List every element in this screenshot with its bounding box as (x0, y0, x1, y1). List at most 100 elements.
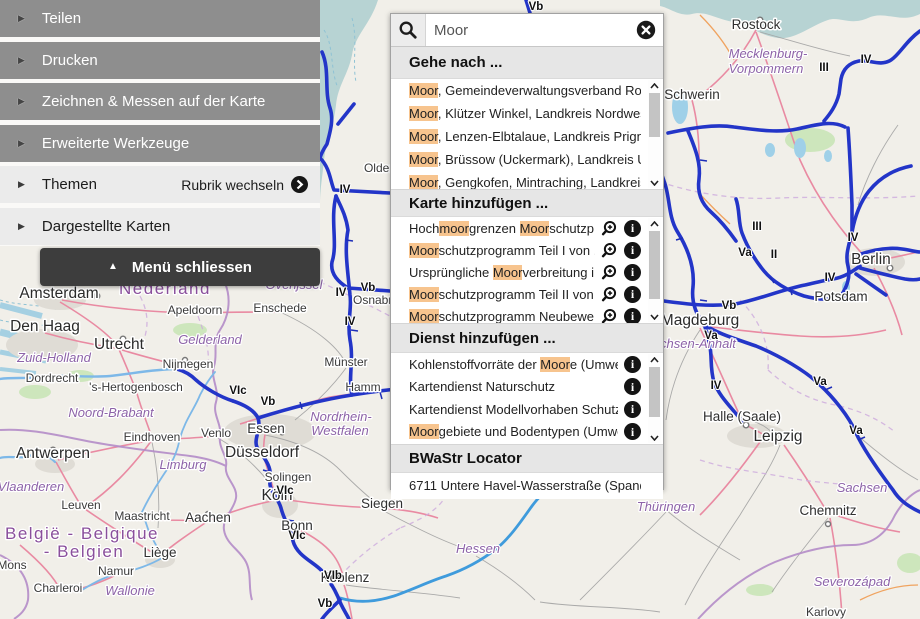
map-layer-result[interactable]: Ursprüngliche Moorverbreitung i... i (391, 261, 663, 283)
map-label: Venlo (201, 426, 231, 440)
sidebar-item-drucken[interactable]: ▶ Drucken (0, 42, 320, 79)
chevron-right-icon: ▶ (18, 180, 25, 189)
scroll-up-icon[interactable] (648, 80, 661, 91)
map-label: Va (738, 247, 752, 259)
sidebar-item-erweiterte-werkzeuge[interactable]: ▶ Erweiterte Werkzeuge (0, 125, 320, 162)
scrollbar[interactable] (648, 218, 661, 322)
map-label: Vb (529, 1, 544, 13)
zoom-to-layer-icon[interactable] (601, 242, 618, 259)
map-label: Solingen (265, 470, 312, 484)
sidebar-item-zeichnen-messen[interactable]: ▶ Zeichnen & Messen auf der Karte (0, 83, 320, 120)
result-text: Moor, Gengkofen, Mintraching, Landkreis … (409, 175, 641, 189)
map-label: Enschede (253, 301, 307, 315)
map-label: Apeldoorn (168, 303, 223, 317)
map-application: AmsterdamNederlandDen HaagUtrechtApeldoo… (0, 0, 920, 619)
service-info-icon[interactable]: i (624, 356, 641, 373)
scroll-down-icon[interactable] (648, 432, 661, 443)
map-results-list: Hochmoorgrenzen Moorschutzp... i Moorsch… (391, 217, 663, 323)
map-label: Eindhoven (124, 430, 181, 444)
service-result[interactable]: Moorgebiete und Bodentypen (Umwelta... i (391, 421, 663, 444)
zoom-to-layer-icon[interactable] (601, 220, 618, 237)
scrollbar[interactable] (648, 80, 661, 188)
goto-result[interactable]: Moor, Klützer Winkel, Landkreis Nordwest… (391, 102, 663, 125)
map-layer-result[interactable]: Moorschutzprogramm Neubewe... i (391, 305, 663, 323)
scroll-up-icon[interactable] (648, 354, 661, 365)
result-text: Kartendienst Modellvorhaben Schutzge... (409, 402, 618, 417)
close-menu-button[interactable]: ▲ Menü schliessen (40, 248, 320, 286)
scroll-up-icon[interactable] (648, 218, 661, 229)
result-text: Moor, Lenzen-Elbtalaue, Landkreis Prigni… (409, 129, 641, 144)
result-text: Moor, Klützer Winkel, Landkreis Nordwest… (409, 106, 641, 121)
zoom-to-layer-icon[interactable] (601, 286, 618, 303)
chevron-circle-icon[interactable] (291, 176, 308, 193)
service-info-icon[interactable]: i (624, 401, 641, 418)
map-label: Va (813, 376, 827, 388)
scrollbar-thumb[interactable] (649, 231, 660, 299)
result-text: Moorgebiete und Bodentypen (Umwelta... (409, 424, 618, 439)
menu-item-label: Themen (42, 176, 97, 193)
map-label: Chemnitz (799, 503, 856, 518)
map-label: Wallonie (105, 583, 155, 598)
rubrik-wechseln-link[interactable]: Rubrik wechseln (181, 177, 284, 193)
sidebar-item-teilen[interactable]: ▶ Teilen (0, 0, 320, 37)
goto-result[interactable]: Moor, Gemeindeverwaltungsverband Rot-T..… (391, 79, 663, 102)
layer-info-icon[interactable]: i (624, 308, 641, 324)
goto-result[interactable]: Moor, Brüssow (Uckermark), Landkreis Uc.… (391, 148, 663, 171)
result-text: Moorschutzprogramm Neubewe... (409, 309, 595, 324)
goto-result[interactable]: Moor, Gengkofen, Mintraching, Landkreis … (391, 171, 663, 189)
map-label: Rostock (732, 17, 781, 32)
map-label: Charleroi (34, 581, 83, 595)
layer-info-icon[interactable]: i (624, 264, 641, 281)
search-panel: Gehe nach ... Moor, Gemeindeverwaltungsv… (390, 13, 664, 490)
sidebar-item-dargestellte-karten[interactable]: ▶ Dargestellte Karten (0, 208, 320, 245)
layer-info-icon[interactable]: i (624, 286, 641, 303)
map-label: VIc (276, 485, 294, 497)
search-bar (391, 14, 663, 47)
service-info-icon[interactable]: i (624, 423, 641, 440)
map-label: Halle (Saale) (703, 409, 781, 424)
service-info-icon[interactable]: i (624, 378, 641, 395)
map-label: Karlovy (806, 605, 846, 619)
map-label: Utrecht (94, 336, 145, 353)
scroll-down-icon[interactable] (648, 177, 661, 188)
map-label: Vb (722, 300, 737, 312)
map-label: Vlaanderen (0, 479, 64, 494)
zoom-to-layer-icon[interactable] (601, 264, 618, 281)
scrollbar-thumb[interactable] (649, 93, 660, 137)
scrollbar[interactable] (648, 354, 661, 443)
service-result[interactable]: Kartendienst Naturschutz i (391, 376, 663, 399)
map-layer-result[interactable]: Moorschutzprogramm Teil II von ... i (391, 283, 663, 305)
goto-result[interactable]: Moor, Lenzen-Elbtalaue, Landkreis Prigni… (391, 125, 663, 148)
map-label: Vb (261, 396, 276, 408)
result-text: Kohlenstoffvorräte der Moore (Umwelt... (409, 357, 618, 372)
map-label: Amsterdam (19, 285, 98, 302)
section-header-bwastr-locator: BWaStr Locator (391, 444, 663, 473)
bwastr-result[interactable]: 6711 Untere Havel-Wasserstraße (Spandau … (391, 473, 663, 497)
scroll-down-icon[interactable] (648, 311, 661, 322)
layer-info-icon[interactable]: i (624, 242, 641, 259)
zoom-to-layer-icon[interactable] (601, 308, 618, 324)
map-label: Münster (324, 355, 367, 369)
layer-info-icon[interactable]: i (624, 220, 641, 237)
map-label: IV (336, 287, 347, 299)
map-label: Magdeburg (661, 312, 739, 329)
map-layer-result[interactable]: Hochmoorgrenzen Moorschutzp... i (391, 217, 663, 239)
result-text: Moor, Gemeindeverwaltungsverband Rot-T..… (409, 83, 641, 98)
service-result[interactable]: Kartendienst Modellvorhaben Schutzge... … (391, 398, 663, 421)
section-header-dienst-hinzufuegen: Dienst hinzufügen ... (391, 323, 663, 353)
map-label: III (819, 62, 829, 74)
sidebar-item-themen[interactable]: ▶ Themen Rubrik wechseln (0, 166, 320, 203)
map-label: Leipzig (753, 428, 802, 445)
menu-item-label: Dargestellte Karten (42, 218, 170, 235)
map-label: IV (861, 54, 872, 66)
map-label: Vorpommern (729, 61, 804, 76)
service-result[interactable]: Kohlenstoffvorräte der Moore (Umwelt... … (391, 353, 663, 376)
clear-search-icon[interactable] (636, 20, 656, 40)
map-layer-result[interactable]: Moorschutzprogramm Teil I von ... i (391, 239, 663, 261)
map-label: Mons (0, 558, 27, 572)
map-label: Sachsen (837, 480, 888, 495)
menu-item-label: Zeichnen & Messen auf der Karte (42, 93, 265, 110)
triangle-up-icon: ▲ (108, 262, 118, 272)
scrollbar-thumb[interactable] (649, 367, 660, 417)
search-input[interactable] (426, 14, 636, 46)
